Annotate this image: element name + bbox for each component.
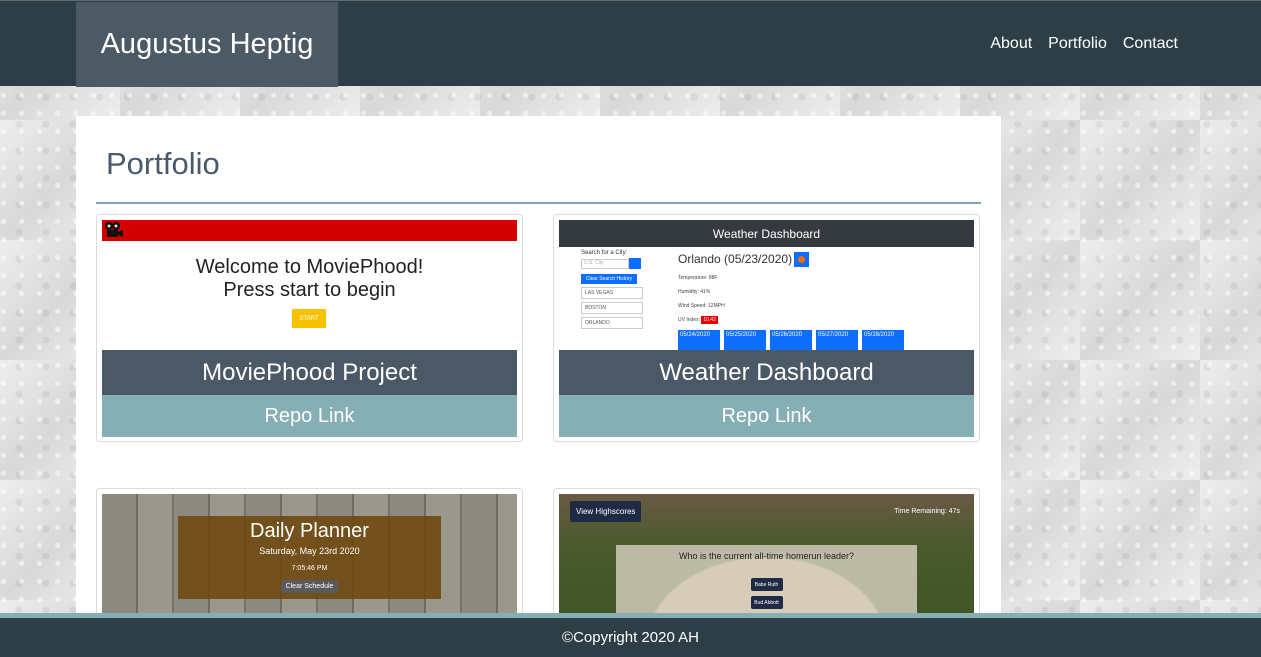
city-history-item: BOSTON <box>581 302 643 314</box>
planner-header-box: Daily Planner Saturday, May 23rd 2020 7:… <box>178 516 441 599</box>
planner-date: Saturday, May 23rd 2020 <box>259 546 360 556</box>
clear-history-button: Clear Search History <box>581 274 637 284</box>
start-prompt-line: Press start to begin <box>223 279 396 301</box>
forecast-day: 05/26/2020 <box>770 330 812 350</box>
uv-value: 10.42 <box>701 316 718 325</box>
forecast-day: 05/28/2020 <box>862 330 904 350</box>
forecast-day: 05/27/2020 <box>816 330 858 350</box>
page-title: Portfolio <box>106 146 220 181</box>
moviephood-header-bar <box>102 220 517 241</box>
project-title: Weather Dashboard <box>559 350 974 395</box>
main-nav: About Portfolio Contact <box>990 1 1178 87</box>
city-input: U.S. City <box>581 258 629 269</box>
forecast-day: 05/24/2020 <box>678 330 720 350</box>
quiz-question: Who is the current all-time homerun lead… <box>678 551 855 561</box>
quiz-screenshot[interactable]: View Highscores Time Remaining: 47s Who … <box>559 494 974 616</box>
wind-speed: Wind Speed: 12MPH <box>678 303 725 310</box>
moviephood-welcome: Welcome to MoviePhood! Press start to be… <box>102 256 517 302</box>
project-card-weather: Weather Dashboard Search for a City: U.S… <box>553 214 980 442</box>
uv-label: UV Index: <box>678 317 700 324</box>
moviephood-screenshot[interactable]: Welcome to MoviePhood! Press start to be… <box>102 220 517 350</box>
copyright-text: ©Copyright 2020 AH <box>562 629 699 646</box>
current-weather: Orlando (05/23/2020) Temperature: 88F Hu… <box>678 252 810 325</box>
search-label: Search for a City: <box>581 250 628 256</box>
city-history-item: ORLANDO <box>581 317 643 329</box>
portfolio-section: Portfolio Welcome to MoviePhood! Press s… <box>76 116 1001 616</box>
forecast-day: 05/25/2020 <box>724 330 766 350</box>
view-highscores-button: View Highscores <box>570 501 642 522</box>
site-footer: ©Copyright 2020 AH <box>0 618 1261 657</box>
temperature: Temperature: 88F <box>678 275 718 282</box>
welcome-line: Welcome to MoviePhood! <box>195 256 424 278</box>
answer-button: Bud Abbott <box>750 596 783 609</box>
site-header: Augustus Heptig About Portfolio Contact <box>0 0 1261 87</box>
city-date: Orlando (05/23/2020) <box>678 252 793 266</box>
search-icon <box>629 258 641 269</box>
brand-name[interactable]: Augustus Heptig <box>76 2 338 87</box>
weather-header: Weather Dashboard <box>559 220 974 247</box>
nav-contact-link[interactable]: Contact <box>1123 35 1178 53</box>
repo-link[interactable]: Repo Link <box>559 395 974 437</box>
repo-link[interactable]: Repo Link <box>102 395 517 437</box>
forecast-row: 05/24/2020 05/25/2020 05/26/2020 05/27/2… <box>678 330 904 350</box>
time-remaining: Time Remaining: 47s <box>894 508 960 515</box>
nav-about-link[interactable]: About <box>990 35 1032 53</box>
project-card-moviephood: Welcome to MoviePhood! Press start to be… <box>96 214 523 442</box>
project-card-quiz: View Highscores Time Remaining: 47s Who … <box>553 488 980 616</box>
humidity: Humidity: 41% <box>678 289 711 296</box>
sun-icon <box>794 252 810 268</box>
project-title: MoviePhood Project <box>102 350 517 395</box>
planner-screenshot[interactable]: Daily Planner Saturday, May 23rd 2020 7:… <box>102 494 517 616</box>
title-divider <box>96 202 981 204</box>
nav-portfolio-link[interactable]: Portfolio <box>1048 35 1107 53</box>
clear-schedule-button: Clear Schedule <box>280 580 339 593</box>
moviephood-start-button: START <box>292 309 326 328</box>
film-camera-icon <box>105 222 123 237</box>
weather-screenshot[interactable]: Weather Dashboard Search for a City: U.S… <box>559 220 974 350</box>
uv-index: UV Index: 10.42 <box>678 316 809 325</box>
answer-button: Babe Ruth <box>750 578 783 591</box>
weather-sidebar: Search for a City: U.S. City Clear Searc… <box>581 250 676 329</box>
city-history-item: LAS VEGAS <box>581 287 643 299</box>
planner-title: Daily Planner <box>250 520 369 542</box>
planner-time: 7:05:46 PM <box>291 565 328 572</box>
quiz-question-box: Who is the current all-time homerun lead… <box>616 545 917 616</box>
project-card-planner: Daily Planner Saturday, May 23rd 2020 7:… <box>96 488 523 616</box>
